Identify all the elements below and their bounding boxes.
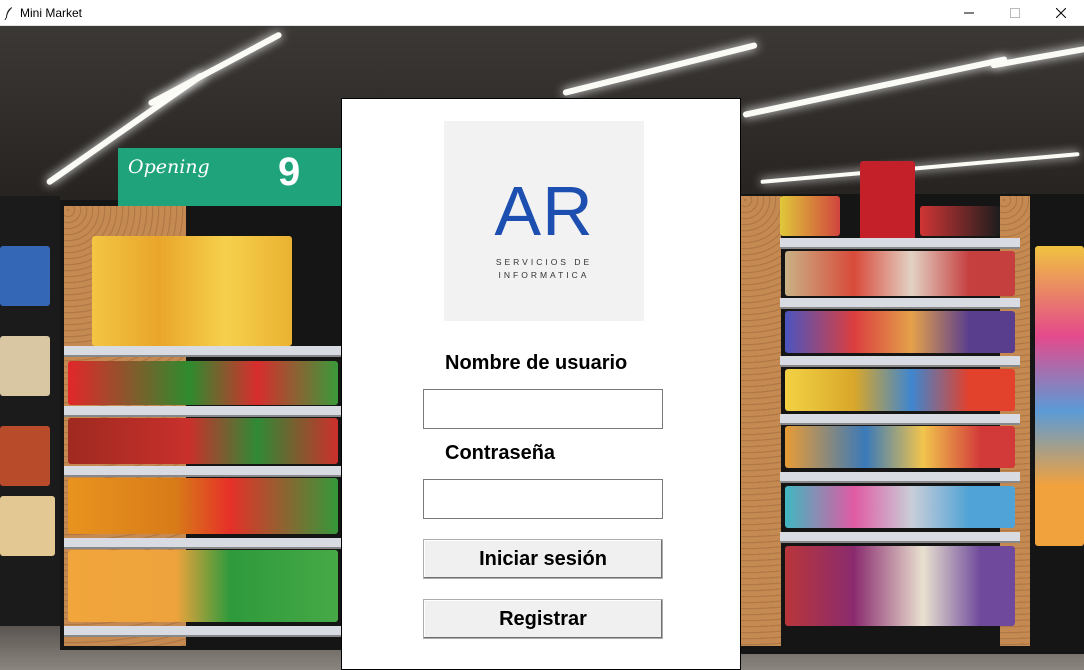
product-row	[785, 369, 1015, 411]
snack-bags	[68, 550, 338, 622]
shelf	[780, 356, 1020, 367]
window-title: Mini Market	[20, 5, 83, 20]
maximize-button[interactable]	[992, 0, 1038, 26]
pasta-bottles	[92, 236, 292, 346]
logo-subtitle-line1: SERVICIOS DE	[495, 257, 593, 267]
close-button[interactable]	[1038, 0, 1084, 26]
login-button[interactable]: Iniciar sesión	[423, 539, 663, 579]
company-logo: AR SERVICIOS DE INFORMATICA	[444, 121, 644, 321]
toy-products	[780, 196, 840, 236]
shelf	[780, 532, 1020, 543]
pegboard	[741, 196, 781, 646]
minimize-icon	[964, 12, 974, 14]
banner-text: Opening	[128, 156, 210, 178]
username-label: Nombre de usuario	[445, 352, 628, 374]
product-row	[785, 426, 1015, 468]
snack-bags	[68, 418, 338, 464]
logo-letters: AR	[494, 172, 594, 250]
product-group	[0, 246, 50, 306]
shelf	[780, 298, 1020, 309]
shelf	[780, 414, 1020, 425]
shelf	[64, 538, 342, 549]
product-row	[785, 486, 1015, 528]
shelf	[64, 626, 342, 637]
window-titlebar: Mini Market	[0, 0, 1084, 26]
product-row	[785, 546, 1015, 626]
shelf	[64, 346, 342, 357]
side-products	[1035, 246, 1084, 546]
shelf	[780, 472, 1020, 483]
snack-bags	[68, 361, 338, 405]
password-label: Contraseña	[445, 442, 556, 464]
candy-machine	[860, 161, 915, 241]
feather-icon	[4, 6, 12, 20]
password-input[interactable]	[423, 479, 663, 519]
shelf	[64, 466, 342, 477]
product-group	[0, 496, 55, 556]
snack-bags	[68, 478, 338, 534]
banner-number: 9	[278, 150, 301, 194]
product-row	[785, 311, 1015, 353]
close-icon	[1056, 8, 1066, 18]
minimize-button[interactable]	[946, 0, 992, 26]
login-panel: AR SERVICIOS DE INFORMATICA Nombre de us…	[341, 98, 741, 670]
product-row	[785, 251, 1015, 296]
register-button[interactable]: Registrar	[423, 599, 663, 639]
product-group	[0, 426, 50, 486]
username-input[interactable]	[423, 389, 663, 429]
logo-subtitle-line2: INFORMATICA	[498, 270, 590, 280]
shelf	[780, 238, 1020, 249]
toy-products	[920, 206, 1000, 236]
promo-banner: Opening 9	[118, 148, 342, 206]
maximize-icon	[1010, 8, 1020, 18]
shelf	[64, 406, 342, 417]
product-group	[0, 336, 50, 396]
